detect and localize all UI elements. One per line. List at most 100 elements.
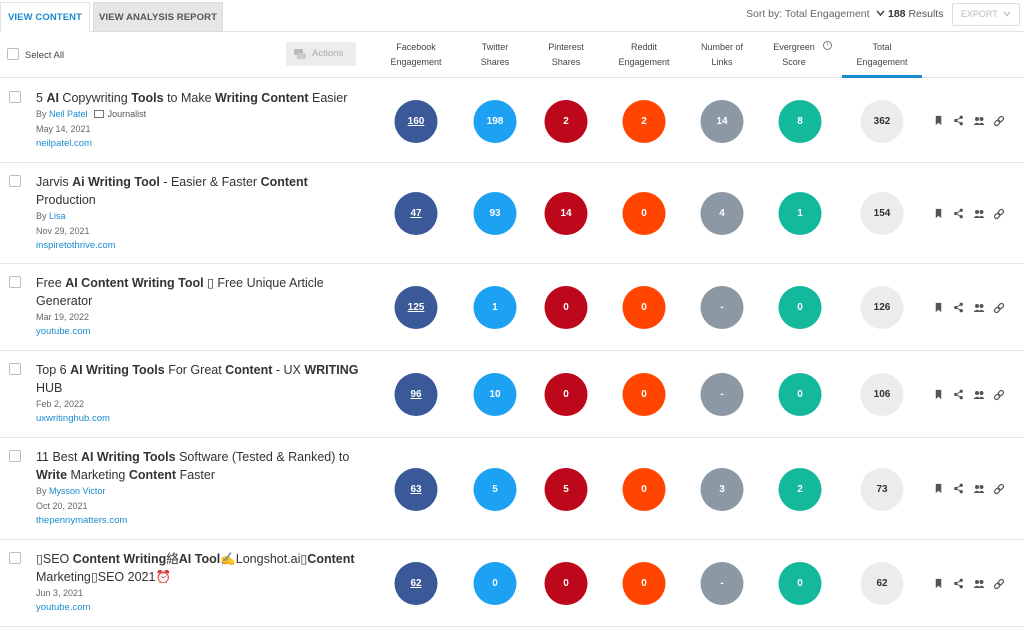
link-icon[interactable] xyxy=(993,208,1005,220)
share-icon[interactable] xyxy=(953,302,965,314)
facebook-engagement-value[interactable]: 125 xyxy=(394,286,438,329)
users-icon[interactable] xyxy=(973,578,985,590)
tab-view-content[interactable]: VIEW CONTENT xyxy=(0,2,90,32)
twitter-shares-value: 10 xyxy=(473,373,517,416)
domain-link[interactable]: neilpatel.com xyxy=(36,138,92,149)
export-label: EXPORT xyxy=(960,9,998,19)
chevron-down-icon xyxy=(1003,11,1011,17)
article-title-link[interactable]: Free AI Content Writing Tool ▯ Free Uniq… xyxy=(36,274,366,310)
total-engagement-value: 106 xyxy=(860,373,904,416)
col-twitter-shares[interactable]: Twitter Shares xyxy=(481,40,510,70)
article-title-link[interactable]: Top 6 AI Writing Tools For Great Content… xyxy=(36,361,366,397)
users-icon[interactable] xyxy=(973,208,985,220)
publish-date: Jun 3, 2021 xyxy=(36,588,84,598)
total-engagement-value: 126 xyxy=(860,286,904,329)
domain-link[interactable]: youtube.com xyxy=(36,602,90,613)
number-of-links-value: - xyxy=(700,562,744,605)
col-facebook-engagement[interactable]: Facebook Engagement xyxy=(390,40,441,70)
author-link[interactable]: Neil Patel xyxy=(49,109,88,119)
article-title-link[interactable]: Jarvis Ai Writing Tool - Easier & Faster… xyxy=(36,173,366,209)
author-link[interactable]: Mysson Victor xyxy=(49,486,105,496)
facebook-engagement-value[interactable]: 63 xyxy=(394,468,438,511)
link-icon[interactable] xyxy=(993,389,1005,401)
row-checkbox[interactable] xyxy=(9,552,21,564)
users-icon[interactable] xyxy=(973,302,985,314)
domain-link[interactable]: thepennymatters.com xyxy=(36,515,127,526)
row-checkbox[interactable] xyxy=(9,175,21,187)
share-icon[interactable] xyxy=(953,483,965,495)
number-of-links-value: 14 xyxy=(700,100,744,143)
users-icon[interactable] xyxy=(973,389,985,401)
facebook-engagement-value[interactable]: 47 xyxy=(394,192,438,235)
article-title-link[interactable]: ▯SEO Content Writing絡AI Tool✍Longshot.ai… xyxy=(36,550,366,586)
col-evergreen-score[interactable]: Evergreen Score xyxy=(773,40,815,70)
select-all-label: Select All xyxy=(25,50,65,61)
col-label: Pinterest xyxy=(548,42,584,52)
col-label: Shares xyxy=(480,57,510,67)
link-icon[interactable] xyxy=(993,302,1005,314)
article-title-link[interactable]: 11 Best AI Writing Tools Software (Teste… xyxy=(36,448,366,484)
link-icon[interactable] xyxy=(993,578,1005,590)
bookmark-icon[interactable] xyxy=(933,208,945,220)
total-engagement-value: 154 xyxy=(860,192,904,235)
sort-label: Sort by: Total Engagement xyxy=(746,8,870,20)
select-all-checkbox[interactable] xyxy=(7,48,19,60)
results-number: 188 xyxy=(888,8,906,20)
bookmark-icon[interactable] xyxy=(933,115,945,127)
bookmark-icon[interactable] xyxy=(933,578,945,590)
col-label: Total xyxy=(872,42,892,52)
results-label: Results xyxy=(908,8,944,20)
bookmark-icon[interactable] xyxy=(933,302,945,314)
bookmark-icon[interactable] xyxy=(933,389,945,401)
domain-link[interactable]: youtube.com xyxy=(36,326,90,337)
share-icon[interactable] xyxy=(953,208,965,220)
col-total-engagement[interactable]: Total Engagement xyxy=(856,40,907,70)
facebook-engagement-value[interactable]: 160 xyxy=(394,100,438,143)
row-checkbox[interactable] xyxy=(9,450,21,462)
domain-link[interactable]: inspiretothrive.com xyxy=(36,240,116,251)
pinterest-shares-value: 14 xyxy=(544,192,588,235)
number-of-links-value: 3 xyxy=(700,468,744,511)
share-icon[interactable] xyxy=(953,578,965,590)
active-sort-indicator xyxy=(842,75,922,78)
row-checkbox[interactable] xyxy=(9,276,21,288)
publish-date: Mar 19, 2022 xyxy=(36,312,90,322)
row-checkbox[interactable] xyxy=(9,91,21,103)
top-bar: VIEW CONTENT VIEW ANALYSIS REPORT Sort b… xyxy=(0,0,1024,32)
link-icon[interactable] xyxy=(993,483,1005,495)
byline-prefix: By xyxy=(36,109,47,119)
twitter-shares-value: 1 xyxy=(473,286,517,329)
share-icon[interactable] xyxy=(953,115,965,127)
domain-link[interactable]: uxwritinghub.com xyxy=(36,413,110,424)
table-header: Select All Actions Facebook Engagement Tw… xyxy=(0,33,1024,78)
bookmark-icon[interactable] xyxy=(933,483,945,495)
evergreen-score-value: 0 xyxy=(778,373,822,416)
article-title-link[interactable]: 5 AI Copywriting Tools to Make Writing C… xyxy=(36,89,366,107)
actions-button[interactable]: Actions xyxy=(286,42,356,66)
twitter-shares-value: 198 xyxy=(473,100,517,143)
reddit-engagement-value: 0 xyxy=(622,468,666,511)
col-pinterest-shares[interactable]: Pinterest Shares xyxy=(548,40,584,70)
col-label: Reddit xyxy=(630,42,658,52)
author-link[interactable]: Lisa xyxy=(49,211,66,221)
users-icon[interactable] xyxy=(973,115,985,127)
publish-date: Nov 29, 2021 xyxy=(36,226,90,236)
export-button[interactable]: EXPORT xyxy=(952,3,1020,26)
sort-dropdown[interactable]: Sort by: Total Engagement xyxy=(746,8,886,20)
col-label: Score xyxy=(782,57,806,67)
facebook-engagement-value[interactable]: 62 xyxy=(394,562,438,605)
info-icon[interactable]: i xyxy=(823,41,832,50)
col-reddit-engagement[interactable]: Reddit Engagement xyxy=(618,40,669,70)
result-row: Jarvis Ai Writing Tool - Easier & Faster… xyxy=(0,163,1024,264)
twitter-shares-value: 0 xyxy=(473,562,517,605)
users-icon[interactable] xyxy=(973,483,985,495)
results-count: 188 Results xyxy=(888,8,943,20)
publish-date: Feb 2, 2022 xyxy=(36,399,85,409)
share-icon[interactable] xyxy=(953,389,965,401)
col-number-of-links[interactable]: Number of Links xyxy=(701,40,743,70)
link-icon[interactable] xyxy=(993,115,1005,127)
row-checkbox[interactable] xyxy=(9,363,21,375)
tab-view-analysis-report[interactable]: VIEW ANALYSIS REPORT xyxy=(93,2,223,32)
facebook-engagement-value[interactable]: 96 xyxy=(394,373,438,416)
twitter-shares-value: 93 xyxy=(473,192,517,235)
